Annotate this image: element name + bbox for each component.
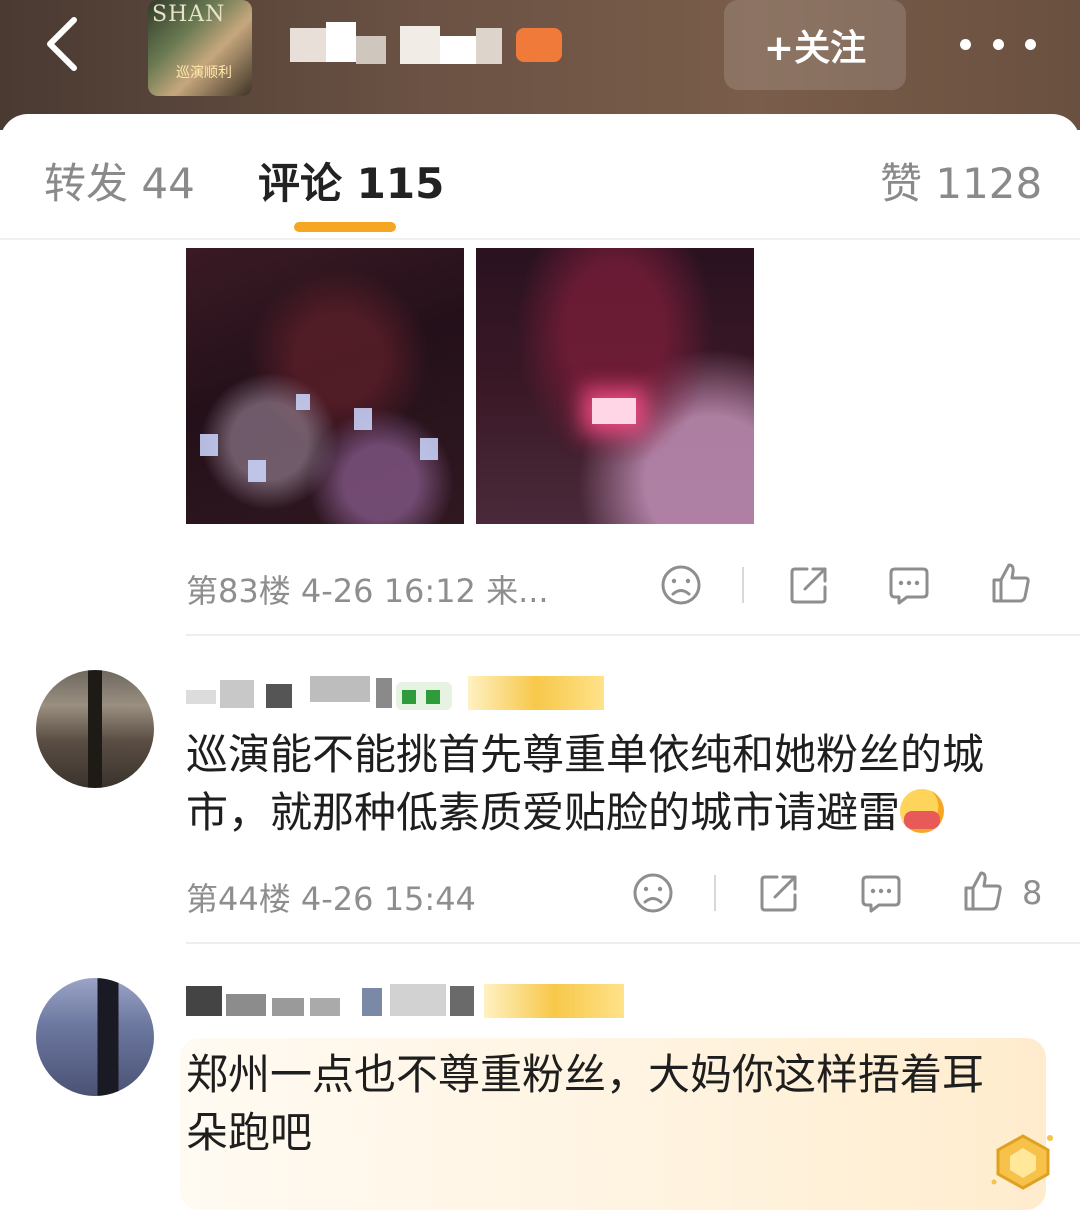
comment-icon (889, 567, 929, 605)
post-image-1[interactable] (186, 248, 464, 524)
action-divider (714, 875, 716, 911)
dislike-icon (633, 873, 673, 913)
active-tab-indicator (294, 222, 396, 232)
like-count: 8 (1022, 874, 1043, 912)
tab-bar: 转发 44 评论 115 赞 1128 (0, 114, 1080, 240)
comment-text: 巡演能不能挑首先尊重单依纯和她粉丝的城市，就那种低素质爱贴脸的城市请避雷 (186, 730, 985, 837)
share-icon (760, 875, 797, 912)
share-button[interactable] (784, 560, 834, 610)
comment-floor-meta: 第44楼 4-26 15:44 (186, 880, 476, 918)
dislike-button[interactable] (628, 868, 678, 918)
back-icon (47, 17, 77, 71)
profile-avatar[interactable]: SHAN 巡演顺利 (148, 0, 252, 96)
like-button[interactable] (958, 866, 1008, 916)
avatar[interactable] (36, 978, 154, 1096)
hug-emoji-icon (900, 789, 945, 833)
action-divider (742, 567, 744, 603)
cover-title: SHAN (152, 2, 226, 27)
comment-divider (186, 942, 1080, 944)
post-image-2[interactable] (476, 248, 754, 524)
badge-icon[interactable] (988, 1130, 1058, 1194)
member-badge-icon (468, 676, 604, 710)
comment-divider (186, 634, 1080, 636)
more-button[interactable] (960, 24, 1036, 64)
profile-header: SHAN 巡演顺利 +关注 (0, 0, 1080, 130)
comment-text: 郑州一点也不尊重粉丝，大妈你这样捂着耳朵跑吧 (186, 1050, 985, 1157)
username-blurred[interactable] (186, 984, 626, 1020)
comment-button[interactable] (884, 560, 934, 610)
comment-icon (861, 875, 901, 913)
cover-subtitle: 巡演顺利 (176, 65, 232, 81)
vip-badge-icon (516, 28, 562, 62)
tab-reposts[interactable]: 转发 44 (44, 150, 195, 211)
post-floor-meta: 第83楼 4-26 16:12 来... (186, 572, 549, 610)
tab-likes[interactable]: 赞 1128 (880, 150, 1042, 211)
member-badge-icon (484, 984, 624, 1018)
back-button[interactable] (34, 14, 90, 74)
like-icon (964, 871, 1002, 911)
dislike-icon (661, 565, 701, 605)
more-icon (960, 38, 971, 50)
like-icon (992, 563, 1030, 603)
dislike-button[interactable] (656, 560, 706, 610)
avatar[interactable] (36, 670, 154, 788)
share-button[interactable] (754, 868, 804, 918)
profile-name-blurred[interactable] (290, 18, 570, 70)
follow-button[interactable]: +关注 (724, 0, 906, 90)
like-button[interactable] (986, 558, 1036, 608)
share-icon (790, 567, 827, 604)
tab-comments[interactable]: 评论 115 (258, 150, 444, 211)
username-blurred[interactable] (186, 676, 606, 712)
comment-button[interactable] (856, 868, 906, 918)
